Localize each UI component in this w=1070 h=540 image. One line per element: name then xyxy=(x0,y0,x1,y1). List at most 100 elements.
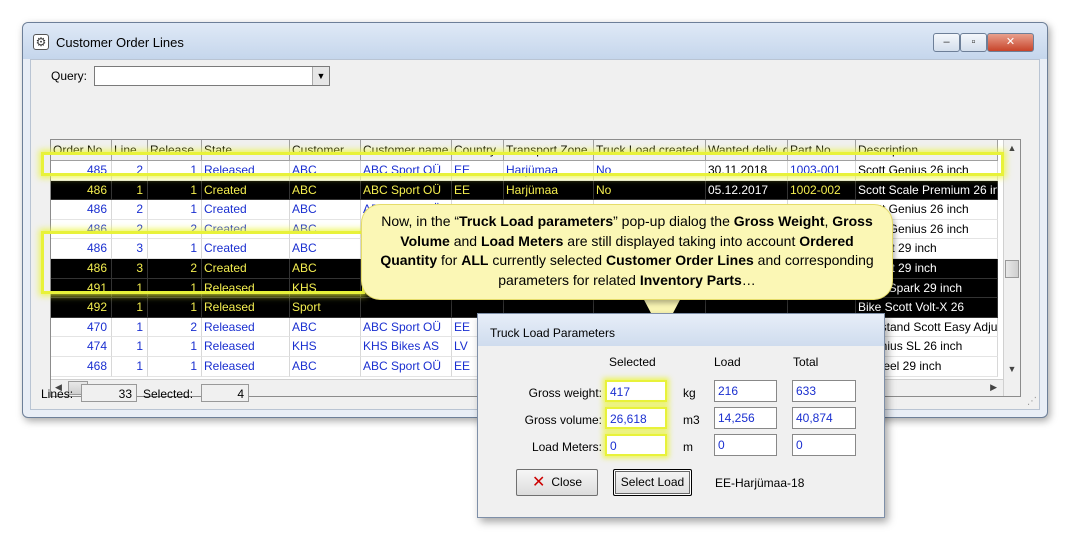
gross-volume-unit: m3 xyxy=(683,413,700,427)
status-bar: Lines: 33 Selected: 4 xyxy=(41,384,341,402)
load-meters-total-field[interactable]: 0 xyxy=(792,434,856,456)
column-header[interactable]: Country xyxy=(452,140,504,161)
dialog-title[interactable]: Truck Load Parameters xyxy=(478,314,884,346)
close-button[interactable]: ✕ Close xyxy=(516,469,598,496)
callout-text-run: … xyxy=(741,271,756,288)
resize-grip-icon[interactable]: ⋰ xyxy=(1027,396,1037,407)
query-label: Query: xyxy=(51,69,88,83)
table-cell: Released xyxy=(202,298,290,318)
callout-text-run: Customer Order Lines xyxy=(605,252,754,268)
table-cell: Created xyxy=(202,180,290,201)
vertical-scroll-thumb[interactable] xyxy=(1005,260,1019,278)
dropdown-arrow-icon[interactable]: ▼ xyxy=(312,67,329,85)
column-header[interactable]: Customer name xyxy=(361,140,452,161)
callout-text-run: and xyxy=(449,232,481,249)
select-load-button[interactable]: Select Load xyxy=(613,469,692,496)
table-cell: ABC Sport OÜ xyxy=(361,161,452,181)
table-cell: 05.12.2017 xyxy=(706,180,788,201)
table-cell: 1 xyxy=(148,239,202,259)
gross-weight-selected-field[interactable]: 417 xyxy=(605,380,667,402)
table-cell: ABC Sport OÜ xyxy=(361,317,452,338)
table-cell xyxy=(361,298,452,318)
close-button-label: Close xyxy=(551,475,583,489)
table-cell: 1 xyxy=(112,180,148,201)
column-header[interactable]: Line xyxy=(112,140,148,161)
load-meters-selected-field[interactable]: 0 xyxy=(605,434,667,456)
table-cell: KHS Bikes AS xyxy=(361,337,452,357)
table-cell: Created xyxy=(202,200,290,220)
column-header[interactable]: Customer xyxy=(290,140,361,161)
table-cell: 470 xyxy=(51,317,112,338)
table-cell: 2 xyxy=(112,219,148,240)
grid-header: Order No. Line Release State Customer Custome… xyxy=(51,140,998,161)
table-cell: 1 xyxy=(112,317,148,338)
table-cell: EE xyxy=(452,180,504,201)
column-header[interactable]: Transport Zone xyxy=(504,140,594,161)
table-cell: KHS xyxy=(290,278,361,299)
table-cell: Released xyxy=(202,278,290,299)
column-header[interactable]: Release xyxy=(148,140,202,161)
table-cell: No xyxy=(594,180,706,201)
column-header[interactable]: Wanted deliv. d xyxy=(706,140,788,161)
table-cell: 486 xyxy=(51,239,112,259)
vertical-scrollbar[interactable]: ▲ ▼ xyxy=(1003,140,1020,396)
selected-count: 4 xyxy=(201,384,249,402)
title-bar[interactable]: ⚙ Customer Order Lines – ▫ ✕ xyxy=(23,23,1047,59)
gross-weight-total-field[interactable]: 633 xyxy=(792,380,856,402)
callout-text-run: Truck Load parameters xyxy=(459,213,614,229)
maximize-button[interactable]: ▫ xyxy=(960,33,987,52)
table-cell: 1 xyxy=(148,337,202,357)
gross-weight-load-field[interactable]: 216 xyxy=(714,380,777,402)
truck-load-parameters-dialog: Truck Load Parameters Selected Load Tota… xyxy=(477,313,885,518)
table-cell: 486 xyxy=(51,180,112,201)
gross-volume-total-field[interactable]: 40,874 xyxy=(792,407,856,429)
table-cell: No xyxy=(594,161,706,181)
selected-label: Selected: xyxy=(143,387,194,401)
table-cell: 1002-002 xyxy=(788,180,856,201)
callout-text-run: Now, in the “ xyxy=(381,213,460,229)
column-total: Total xyxy=(793,355,819,369)
column-header[interactable]: Truck Load created xyxy=(594,140,706,161)
scroll-right-icon[interactable]: ▶ xyxy=(990,382,997,393)
column-header[interactable]: Part No. xyxy=(788,140,856,161)
gross-weight-label: Gross weight: xyxy=(528,386,602,400)
table-cell: 1 xyxy=(148,200,202,220)
gross-volume-load-field[interactable]: 14,256 xyxy=(714,407,777,429)
table-cell: Released xyxy=(202,317,290,338)
callout-text-run: Inventory Parts xyxy=(639,271,742,288)
callout-text-run: ” pop-up dialog the xyxy=(613,213,734,229)
table-cell: 1 xyxy=(112,357,148,377)
scroll-up-icon[interactable]: ▲ xyxy=(1004,143,1020,153)
column-header[interactable]: Description xyxy=(856,140,998,161)
table-cell: 485 xyxy=(51,161,112,181)
table-cell: 486 xyxy=(51,259,112,279)
gross-volume-label: Gross volume: xyxy=(524,413,602,427)
gross-volume-selected-field[interactable]: 26,618 xyxy=(605,407,667,429)
table-cell: 3 xyxy=(112,259,148,279)
table-cell: ABC Sport OÜ xyxy=(361,180,452,201)
column-header[interactable]: State xyxy=(202,140,290,161)
table-cell: 30.11.2018 xyxy=(706,161,788,181)
callout-text-run: Gross Weight xyxy=(733,213,825,229)
close-window-button[interactable]: ✕ xyxy=(987,33,1034,52)
table-cell: ABC Sport OÜ xyxy=(361,357,452,377)
minimize-button[interactable]: – xyxy=(933,33,960,52)
column-load: Load xyxy=(714,355,741,369)
query-dropdown[interactable]: ▼ xyxy=(94,66,330,86)
app-gear-icon: ⚙ xyxy=(33,34,49,50)
load-meters-load-field[interactable]: 0 xyxy=(714,434,777,456)
scroll-down-icon[interactable]: ▼ xyxy=(1004,364,1020,374)
column-selected: Selected xyxy=(609,355,656,369)
table-row[interactable]: 486 1 1 Created ABC ABC Sport OÜ EE Harjümaa No 0… xyxy=(51,180,998,201)
table-cell: 1 xyxy=(148,161,202,181)
column-header[interactable]: Order No. xyxy=(51,140,112,161)
table-row[interactable]: 485 2 1 Released ABC ABC Sport OÜ EE Harjümaa No… xyxy=(51,161,998,181)
table-cell: ABC xyxy=(290,259,361,279)
table-cell: Created xyxy=(202,259,290,279)
lines-label: Lines: xyxy=(41,387,74,401)
table-cell: ABC xyxy=(290,317,361,338)
table-cell: Harjümaa xyxy=(504,161,594,181)
table-cell: 1 xyxy=(148,357,202,377)
callout-text-run: for xyxy=(437,252,462,268)
table-cell: 491 xyxy=(51,278,112,299)
